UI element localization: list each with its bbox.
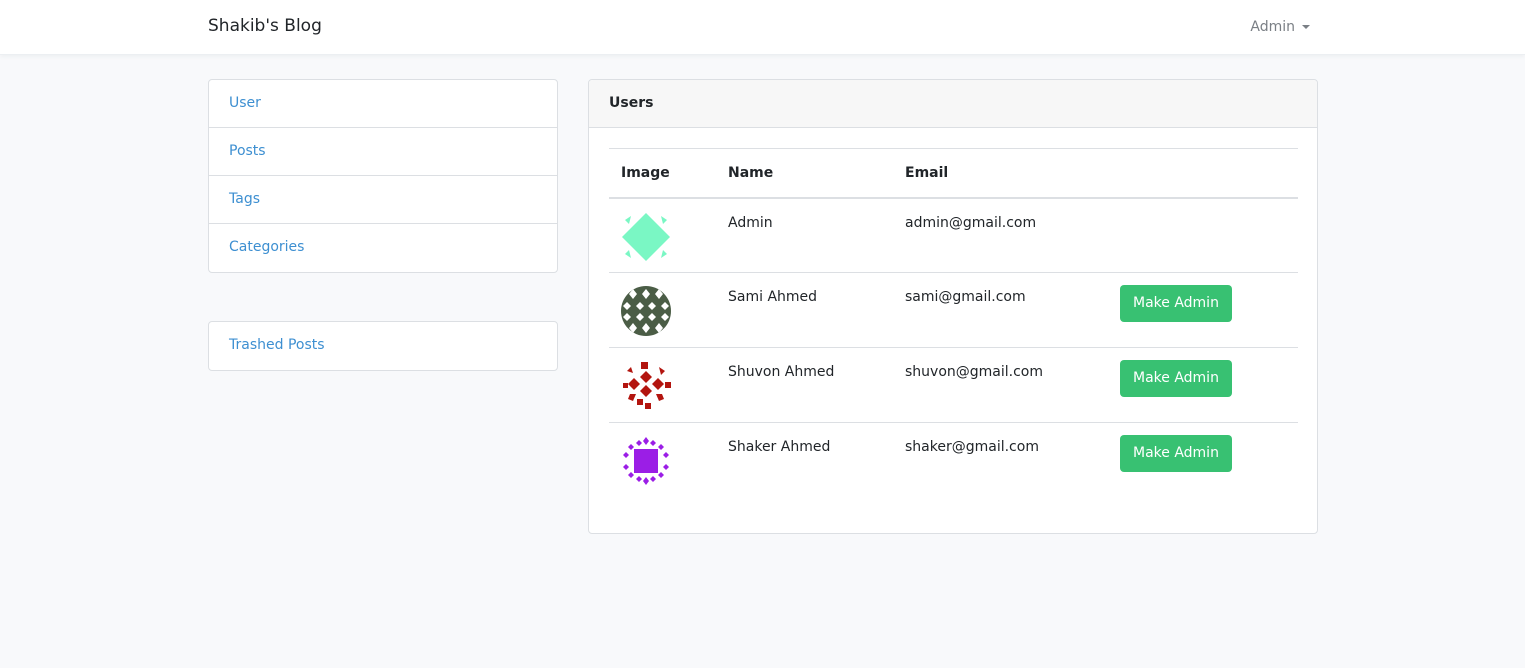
avatar-cell [609, 347, 716, 423]
avatar-identicon-olive [621, 286, 671, 336]
make-admin-button[interactable]: Make Admin [1120, 435, 1232, 472]
action-cell: Make Admin [1108, 423, 1298, 498]
action-cell: Make Admin [1108, 272, 1298, 348]
column-header-image: Image [609, 148, 716, 199]
sidebar-item-tags[interactable]: Tags [209, 176, 557, 224]
top-navbar: Shakib's Blog Admin [0, 0, 1525, 55]
brand-link[interactable]: Shakib's Blog [208, 16, 322, 36]
column-header-email: Email [893, 148, 1108, 199]
sidebar-secondary-menu: Trashed Posts [208, 321, 558, 371]
column-header-action [1108, 148, 1298, 199]
user-dropdown[interactable]: Admin [1250, 19, 1310, 35]
user-name: Sami Ahmed [716, 272, 893, 348]
users-card: Users Image Name Email Admin admin@gmail… [588, 79, 1318, 534]
table-row: Shuvon Ahmed shuvon@gmail.com Make Admin [609, 347, 1298, 423]
column-header-name: Name [716, 148, 893, 199]
sidebar-item-categories[interactable]: Categories [209, 224, 557, 272]
avatar-identicon-red [621, 361, 671, 411]
avatar-cell [609, 272, 716, 348]
avatar-cell [609, 197, 716, 273]
caret-down-icon [1302, 25, 1310, 29]
user-email: sami@gmail.com [893, 272, 1108, 348]
user-email: shuvon@gmail.com [893, 347, 1108, 423]
user-name: Shaker Ahmed [728, 439, 831, 455]
users-card-title: Users [589, 80, 1317, 128]
user-email: admin@gmail.com [893, 197, 1108, 273]
action-cell: Make Admin [1108, 347, 1298, 423]
avatar-identicon-purple [621, 436, 671, 486]
avatar-identicon-mint [621, 211, 671, 262]
sidebar-main-menu: User Posts Tags Categories [208, 79, 558, 273]
table-row: Sami Ahmed sami@gmail.com Make Admin [609, 272, 1298, 348]
avatar-cell [609, 423, 716, 498]
table-row: Admin admin@gmail.com [609, 197, 1298, 273]
make-admin-button[interactable]: Make Admin [1120, 360, 1232, 397]
user-name: Shuvon Ahmed [716, 347, 893, 423]
table-header-row: Image Name Email [609, 148, 1298, 199]
action-cell [1108, 197, 1298, 273]
users-table: Image Name Email Admin admin@gmail.com S… [609, 148, 1298, 498]
sidebar-item-posts[interactable]: Posts [209, 128, 557, 176]
user-email: shaker@gmail.com [905, 439, 1039, 455]
table-row: Shaker Ahmed shaker@gmail.com Make Admin [609, 423, 1298, 498]
sidebar-item-trashed-posts[interactable]: Trashed Posts [209, 322, 557, 370]
user-name: Admin [716, 197, 893, 273]
user-dropdown-label: Admin [1250, 19, 1295, 35]
make-admin-button[interactable]: Make Admin [1120, 285, 1232, 322]
sidebar-item-user[interactable]: User [209, 80, 557, 128]
